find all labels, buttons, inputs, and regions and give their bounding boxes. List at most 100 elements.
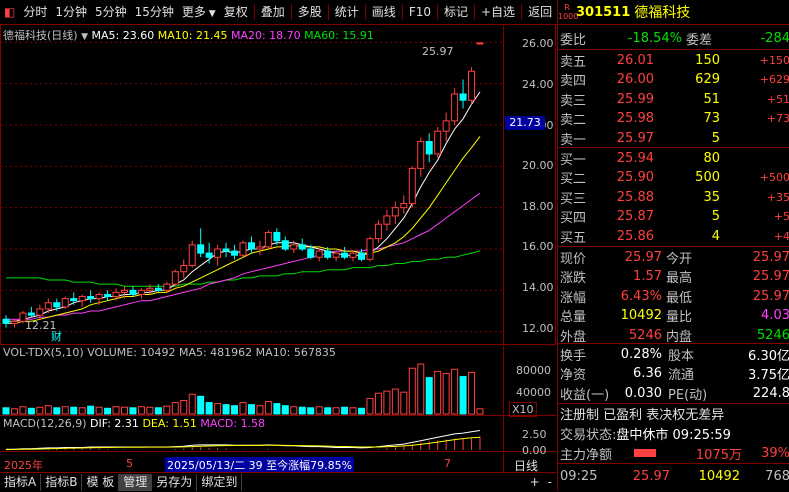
fin-report-tag[interactable]: 财 [51,328,62,344]
ma60-label: MA60: 15.91 [304,29,374,42]
macd-indicator-label[interactable]: MACD(12,26,9) [3,417,87,430]
tick-row: 09:25 25.97 10492 768 [558,466,789,486]
volume-bar [256,405,264,415]
candle-body [61,298,69,308]
candle-body [476,42,484,45]
back-button[interactable]: 返回 [524,2,556,22]
volume-bar [400,391,408,415]
reg-note-row: 注册制 已盈利 表决权无差异 [558,403,789,423]
bid-volume: 500 [695,170,720,185]
multi-stock-button[interactable]: 多股 [294,2,326,22]
tab-more[interactable]: 更多 ▼ [178,2,220,22]
ask-change: +629 [759,73,789,86]
stat-label-2: 最低 [666,290,693,306]
zoom-out-icon[interactable]: - [544,474,556,491]
candle-body [374,223,382,240]
candle-body [451,93,459,122]
stat2-label-2: 流通 [668,368,695,383]
tab-bind-to[interactable]: 绑定到 [197,474,243,491]
stat-label-2: 今开 [666,251,693,267]
vol-indicator-label[interactable]: VOL-TDX(5,10) [3,346,84,359]
ask-volume: 150 [695,52,720,68]
ask-change: +150 [759,53,789,67]
volume-bar [247,404,255,415]
zoom-in-icon[interactable]: + [526,474,544,491]
volume-bar [442,372,450,415]
volume-bar [476,408,484,415]
candle-body [332,252,340,258]
stock-name-label: 德福科技 [3,29,47,42]
stat2-value-2: 6.30亿 [748,348,789,364]
time-year-label: 2025年 [4,459,43,472]
candle-body [53,302,61,308]
ask-label: 卖一 [560,132,587,148]
tab-template[interactable]: 模 板 [82,474,120,491]
bid-change: +4 [773,229,789,243]
candle-body [298,244,306,250]
mark-button[interactable]: 标记 [440,2,472,22]
tab-intraday[interactable]: 分时 [19,2,51,22]
volume-bar [104,407,112,415]
kline-chart-svg[interactable] [0,24,556,472]
volume-bar [408,367,416,415]
candle-body [231,250,239,256]
price-tick: 18.00 [522,200,554,213]
volume-bar [137,406,145,415]
candle-body [137,289,145,295]
vol-value-label: VOLUME: 10492 [87,346,176,359]
stat2-label: 净资 [560,368,587,383]
tab-indicator-b[interactable]: 指标B [41,474,83,491]
ask-change: +73 [766,112,789,125]
volume-bar [205,402,213,415]
candle-body [104,293,112,298]
dropdown-icon[interactable]: ▼ [81,32,88,42]
macd-dif-label: DIF: 2.31 [90,417,139,430]
f10-button[interactable]: F10 [405,2,435,22]
volume-bar [341,406,349,415]
main-net-value: 1075万 [695,447,742,463]
tab-5min[interactable]: 5分钟 [91,2,131,22]
volume-bar [298,406,306,415]
adjust-button[interactable]: 复权 [220,2,252,22]
candle-body [44,302,52,310]
bid-change: +500 [759,171,789,184]
add-watchlist-button[interactable]: +自选 [477,2,519,22]
stat-value: 1.57 [633,269,662,284]
stat-row: 涨幅 6.43% 最低 25.97 [558,286,789,306]
tab-indicator-a[interactable]: 指标A [0,474,42,491]
tab-1min[interactable]: 1分钟 [51,2,91,22]
current-price-tag: 21.73 [505,116,545,130]
stat-label: 外盘 [560,329,587,345]
stat-value-2: 4.03 [761,308,789,323]
range-note: 2025/05/13/二 39 至今涨幅79.85% [165,457,355,473]
candle-body [154,287,162,291]
volume-bar [425,377,433,415]
volume-bar [154,407,162,415]
overlay-button[interactable]: 叠加 [257,2,289,22]
ma10-label: MA10: 21.45 [157,29,228,42]
tab-save-as[interactable]: 另存为 [152,474,198,491]
candle-body [70,298,78,302]
volume-bar [273,403,281,415]
bid-row: 买二 25.90 500 +500 [558,168,789,188]
kline-chart-area[interactable]: 德福科技(日线) ▼ MA5: 23.60 MA10: 21.45 MA20: … [0,24,556,473]
stat2-value-2: 224.8 [752,385,789,401]
bid-label: 买二 [560,172,587,187]
volume-bar [222,404,230,415]
volume-bar [366,397,374,415]
stock-icon[interactable]: ◧ [0,2,19,22]
statistics-button[interactable]: 统计 [331,2,363,22]
tab-manage[interactable]: 管理 [119,474,153,491]
time-month-5: 5 [126,457,133,470]
candle-body [95,293,103,300]
volume-bar [332,407,340,415]
stat-value-2: 25.97 [752,269,789,284]
volume-bar [290,406,298,415]
draw-line-button[interactable]: 画线 [368,2,400,22]
volume-bar [307,407,315,415]
volume-bar [78,407,86,415]
volume-bar [2,407,10,415]
candle-body [264,231,272,248]
tab-15min[interactable]: 15分钟 [131,2,178,22]
candle-body [146,287,154,291]
